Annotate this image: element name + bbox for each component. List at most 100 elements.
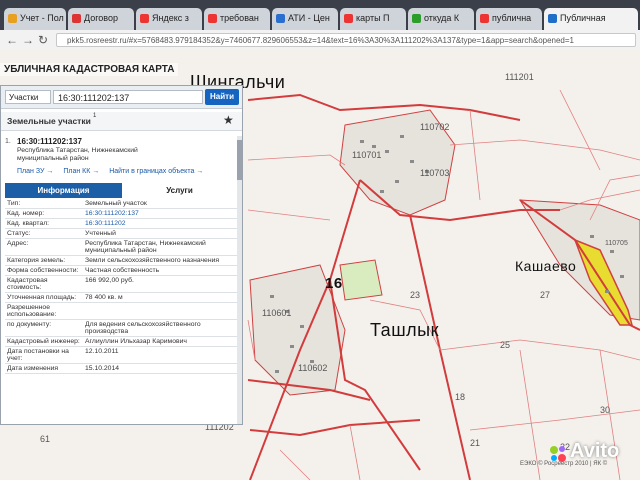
result-title[interactable]: 16:30:111202:137 — [17, 137, 82, 146]
search-category-select[interactable]: Участки — [5, 90, 51, 104]
find-in-bounds-link[interactable]: Найти в границах объекта → — [109, 168, 203, 175]
result-links: План ЗУ → План КК → Найти в границах объ… — [17, 168, 211, 175]
table-row: Разрешенное использование: — [5, 303, 237, 320]
table-row: Тип: Земельный участок — [5, 199, 237, 209]
parcel-label: 30 — [600, 405, 611, 415]
browser-tab[interactable]: Учет - Пол — [4, 8, 66, 30]
back-arrow-icon[interactable]: ← — [6, 33, 18, 47]
url-input[interactable]: pkk5.rosreestr.ru/#x=5768483.979184352&y… — [56, 33, 636, 47]
tab-favicon-icon — [140, 14, 149, 23]
browser-tab[interactable]: Договор — [68, 8, 134, 30]
building-mark — [395, 180, 399, 183]
forward-arrow-icon[interactable]: → — [22, 33, 34, 47]
browser-tab[interactable]: Яндекс з — [136, 8, 202, 30]
tab-favicon-icon — [480, 14, 489, 23]
building-mark — [605, 290, 609, 293]
building-mark — [410, 160, 414, 163]
parcel-line — [559, 89, 601, 171]
info-panel: Участки 16:30:111202:137 Найти Земельные… — [0, 85, 243, 425]
plan-kk-link[interactable]: План КК → — [63, 168, 99, 175]
tab-favicon-icon — [72, 14, 81, 23]
parcel-label: 21 — [470, 438, 481, 448]
avito-logo-icon — [550, 446, 566, 462]
building-mark — [275, 370, 279, 373]
parcel-label: 23 — [410, 290, 421, 300]
tab-favicon-icon — [344, 14, 353, 23]
properties-table: Тип: Земельный участок Кад. номер: 16:30:1… — [5, 199, 237, 424]
building-mark — [400, 135, 404, 138]
browser-tab[interactable]: АТИ - Цен — [272, 8, 338, 30]
parcel-label: 61 — [40, 434, 51, 444]
browser-tab-active[interactable]: Публичная — [544, 8, 638, 30]
parcel-label: 111201 — [505, 72, 534, 82]
parcel-line — [469, 409, 640, 431]
parcel-line — [247, 154, 346, 166]
boundary-line — [247, 93, 521, 121]
table-row: Кад. квартал: 16:30:111202 — [5, 219, 237, 229]
section-title: Земельные участки — [7, 116, 91, 126]
tab-favicon-icon — [8, 14, 17, 23]
building-mark — [590, 235, 594, 238]
parcel-label: 27 — [540, 290, 551, 300]
result-number: 1. — [5, 138, 11, 145]
parcel-label: 25 — [500, 340, 511, 350]
building-mark — [300, 325, 304, 328]
table-row: Форма собственности: Частная собственност… — [5, 266, 237, 276]
building-mark — [385, 150, 389, 153]
tab-favicon-icon — [548, 14, 557, 23]
parcel-line — [439, 339, 640, 361]
settlement-name: Ташлык — [370, 320, 439, 340]
browser-tab[interactable]: откуда К — [408, 8, 474, 30]
info-tabs: Информация Услуги — [5, 183, 237, 198]
parcel-line — [469, 109, 481, 201]
search-input[interactable]: 16:30:111202:137 — [53, 90, 203, 104]
browser-tab[interactable]: публична — [476, 8, 542, 30]
table-row: Кадастровый инженер: Аглиуллин Ильхазар К… — [5, 337, 237, 347]
tab-favicon-icon — [412, 14, 421, 23]
browser-tab[interactable]: требован — [204, 8, 270, 30]
green-parcel — [339, 259, 383, 301]
table-row: Статус: Учтенный — [5, 229, 237, 239]
tab-services[interactable]: Услуги — [122, 183, 237, 198]
settlement-name: Кашаево — [515, 258, 577, 274]
table-row: по документу: Для ведения сельскохозяйств… — [5, 320, 237, 337]
browser-tab[interactable]: карты П — [340, 8, 406, 30]
district-number: 16 — [325, 275, 343, 292]
table-row: Уточненная площадь: 78 400 кв. м — [5, 293, 237, 303]
result-address: Республика Татарстан, Нижнекамский муниц… — [17, 147, 138, 162]
parcel-line — [349, 424, 361, 480]
search-row: Участки 16:30:111202:137 Найти — [1, 86, 242, 109]
avito-watermark: Avito — [548, 440, 638, 466]
plan-zu-link[interactable]: План ЗУ → — [17, 168, 53, 175]
building-mark — [360, 140, 364, 143]
building-mark — [270, 295, 274, 298]
section-header: Земельные участки 1 ★ — [1, 112, 242, 131]
table-row: Кадастровая стоимость: 166 992,00 руб. — [5, 276, 237, 293]
page-title: УБЛИЧНАЯ КАДАСТРОВАЯ КАРТА — [0, 63, 179, 76]
tab-information[interactable]: Информация — [5, 183, 122, 198]
table-row: Дата изменения 15.10.2014 — [5, 364, 237, 374]
parcel-label: 18 — [455, 392, 466, 402]
parcel-label: 110601 — [262, 308, 292, 318]
parcel-label: 110703 — [420, 168, 450, 178]
parcel-line — [279, 449, 311, 480]
panel-scrollbar[interactable] — [237, 136, 242, 424]
result-item[interactable]: 1. 16:30:111202:137 Республика Татарстан… — [1, 134, 237, 182]
table-row: Адрес: Республика Татарстан, Нижнекамский… — [5, 239, 237, 256]
scrollbar-thumb[interactable] — [237, 140, 242, 180]
search-button[interactable]: Найти — [205, 89, 239, 105]
star-icon[interactable]: ★ — [223, 113, 234, 127]
tab-favicon-icon — [276, 14, 285, 23]
table-row: Кад. номер: 16:30:111202:137 — [5, 209, 237, 219]
building-mark — [620, 275, 624, 278]
parcel-line — [449, 139, 640, 161]
tab-favicon-icon — [208, 14, 217, 23]
parcel-label: 110701 — [352, 150, 382, 160]
table-row: Категория земель: Земли сельскохозяйствен… — [5, 256, 237, 266]
boundary-line — [329, 279, 421, 471]
reload-icon[interactable]: ↻ — [38, 33, 48, 47]
parcel-label: 110602 — [298, 363, 328, 373]
section-count: 1 — [93, 113, 97, 119]
building-mark — [610, 250, 614, 253]
parcel-label: 110702 — [420, 122, 450, 132]
